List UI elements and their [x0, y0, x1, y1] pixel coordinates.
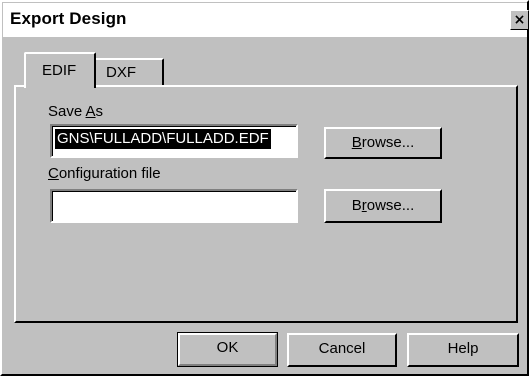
- save-as-input[interactable]: GNS\FULLADD\FULLADD.EDF: [50, 124, 298, 158]
- tab-edif-label: EDIF: [42, 62, 77, 79]
- tab-edif[interactable]: EDIF: [24, 52, 96, 88]
- configuration-file-label: Configuration file: [48, 165, 161, 182]
- close-button[interactable]: ×: [510, 10, 529, 30]
- tab-dxf-label: DXF: [106, 64, 136, 81]
- ok-button[interactable]: OK: [177, 332, 278, 367]
- close-icon: ×: [513, 12, 526, 28]
- configuration-browse-button[interactable]: Browse...: [324, 189, 442, 223]
- title-bar: Export Design ×: [3, 3, 529, 37]
- dialog-title: Export Design: [10, 9, 127, 28]
- help-button[interactable]: Help: [407, 333, 519, 367]
- save-as-label: Save As: [48, 103, 104, 120]
- cancel-button[interactable]: Cancel: [287, 333, 397, 367]
- tab-panel-edif: Save As GNS\FULLADD\FULLADD.EDF Browse..…: [14, 85, 518, 323]
- configuration-file-input[interactable]: [50, 189, 298, 223]
- tab-dxf[interactable]: DXF: [94, 58, 164, 85]
- save-as-value: GNS\FULLADD\FULLADD.EDF: [55, 129, 271, 149]
- save-as-browse-button[interactable]: Browse...: [324, 127, 442, 159]
- export-design-dialog: Export Design × EDIF DXF Save As GNS\FUL…: [0, 0, 529, 376]
